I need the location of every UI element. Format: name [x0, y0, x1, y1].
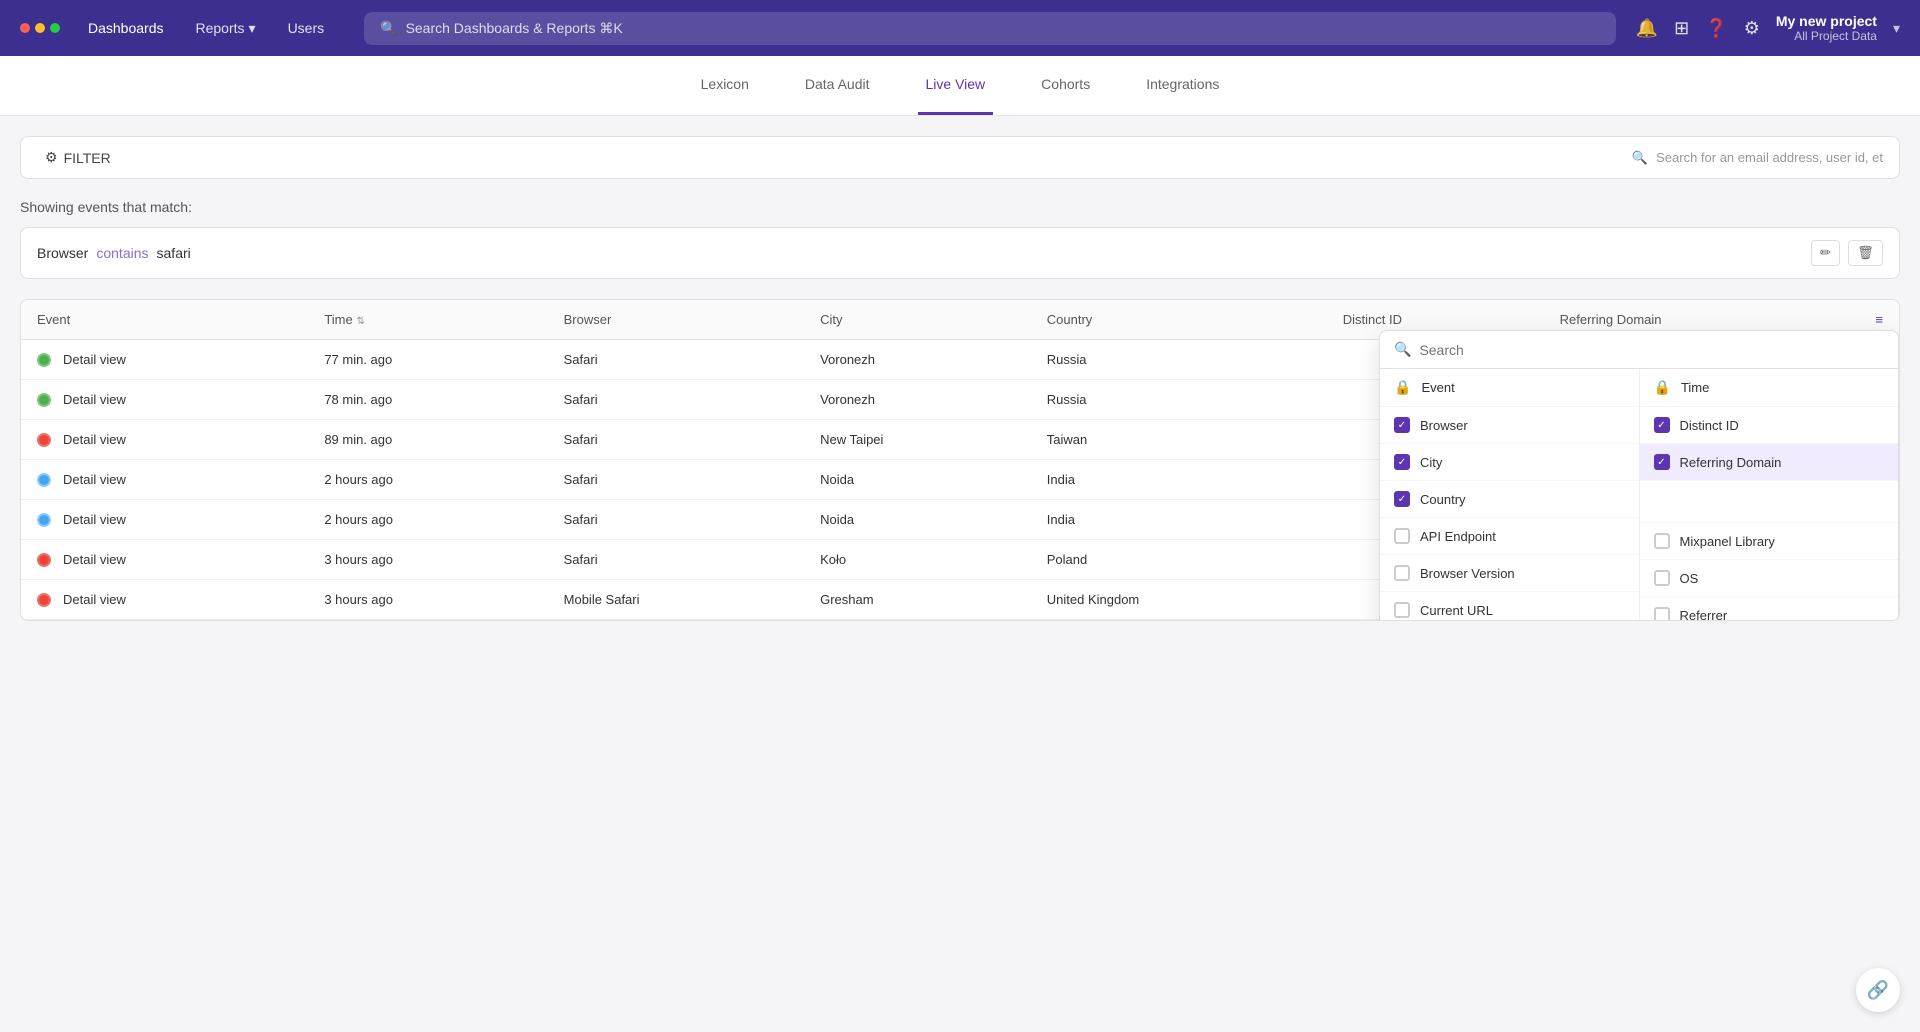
dropdown-item-distinct-id[interactable]: ✓ Distinct ID	[1640, 407, 1899, 444]
dropdown-search-input[interactable]	[1419, 342, 1884, 358]
event-status-dot	[37, 593, 51, 607]
dropdown-columns: 🔒 Event ✓ Browser ✓ City ✓	[1380, 369, 1898, 621]
checkbox-current-url[interactable]	[1394, 602, 1410, 618]
nav-dashboards[interactable]: Dashboards	[76, 14, 176, 42]
filter-icon: ⚙	[45, 149, 58, 166]
dropdown-item-referrer[interactable]: Referrer	[1640, 597, 1899, 621]
dropdown-search-icon: 🔍	[1394, 341, 1411, 358]
tab-integrations[interactable]: Integrations	[1138, 56, 1227, 115]
dropdown-item-event[interactable]: 🔒 Event	[1380, 369, 1639, 407]
link-icon: 🔗	[1867, 980, 1889, 1001]
close-dot	[20, 23, 30, 33]
col-event: Event	[21, 300, 308, 340]
notifications-icon[interactable]: 🔔	[1636, 18, 1658, 39]
checkbox-city[interactable]: ✓	[1394, 454, 1410, 470]
nav-right-icons: 🔔 ⊞ ❓ ⚙ My new project All Project Data …	[1636, 13, 1900, 43]
col-browser: Browser	[548, 300, 804, 340]
dropdown-search-bar: 🔍	[1380, 331, 1898, 369]
main-content: ⚙ FILTER 🔍 Search for an email address, …	[0, 116, 1920, 641]
nav-reports[interactable]: Reports ▾	[184, 14, 268, 43]
chevron-down-icon: ▾	[249, 20, 256, 37]
sub-nav: Lexicon Data Audit Live View Cohorts Int…	[0, 56, 1920, 116]
dropdown-item-browser[interactable]: ✓ Browser	[1380, 407, 1639, 444]
event-status-dot	[37, 473, 51, 487]
dropdown-left-col: 🔒 Event ✓ Browser ✓ City ✓	[1380, 369, 1639, 621]
project-chevron-icon: ▾	[1893, 20, 1900, 37]
filter-search-box[interactable]: 🔍 Search for an email address, user id, …	[1632, 150, 1883, 166]
col-country: Country	[1031, 300, 1327, 340]
checkbox-browser[interactable]: ✓	[1394, 417, 1410, 433]
dropdown-item-api-endpoint[interactable]: API Endpoint	[1380, 518, 1639, 555]
event-status-dot	[37, 393, 51, 407]
link-fab-button[interactable]: 🔗	[1856, 968, 1900, 1012]
checkbox-api-endpoint[interactable]	[1394, 528, 1410, 544]
nav-users[interactable]: Users	[276, 14, 337, 42]
lock-icon: 🔒	[1394, 379, 1411, 396]
checkbox-browser-version[interactable]	[1394, 565, 1410, 581]
event-status-dot	[37, 513, 51, 527]
global-search[interactable]: 🔍 Search Dashboards & Reports ⌘K	[364, 12, 1616, 45]
checkbox-country[interactable]: ✓	[1394, 491, 1410, 507]
dropdown-item-country[interactable]: ✓ Country	[1380, 481, 1639, 518]
minimize-dot	[35, 23, 45, 33]
dropdown-item-mixpanel-library[interactable]: Mixpanel Library	[1640, 523, 1899, 560]
dropdown-item-time[interactable]: 🔒 Time	[1640, 369, 1899, 407]
event-status-dot	[37, 353, 51, 367]
project-selector[interactable]: My new project All Project Data	[1776, 13, 1877, 43]
tab-live-view[interactable]: Live View	[918, 56, 994, 115]
maximize-dot	[50, 23, 60, 33]
checkbox-referring-domain[interactable]: ✓	[1654, 454, 1670, 470]
tab-lexicon[interactable]: Lexicon	[693, 56, 757, 115]
dropdown-item-current-url[interactable]: Current URL	[1380, 592, 1639, 621]
project-name: My new project	[1776, 13, 1877, 29]
checkbox-mixpanel-library[interactable]	[1654, 533, 1670, 549]
top-nav: Dashboards Reports ▾ Users 🔍 Search Dash…	[0, 0, 1920, 56]
filter-search-placeholder: Search for an email address, user id, et	[1656, 150, 1883, 165]
col-time[interactable]: Time ⇅	[308, 300, 547, 340]
filter-button[interactable]: ⚙ FILTER	[37, 145, 119, 170]
filter-actions: ✏ 🗑	[1811, 240, 1883, 266]
settings-icon[interactable]: ⚙	[1744, 18, 1760, 39]
filter-operator: contains	[96, 245, 148, 261]
filter-condition: Browser contains safari ✏ 🗑	[20, 227, 1900, 279]
column-selector-dropdown: 🔍 🔒 Event ✓ Browser	[1379, 330, 1899, 621]
column-settings-icon[interactable]: ≡	[1875, 312, 1883, 327]
events-table-wrapper: Event Time ⇅ Browser City Country Distin…	[20, 299, 1900, 621]
tab-data-audit[interactable]: Data Audit	[797, 56, 878, 115]
lock-icon: 🔒	[1654, 379, 1671, 396]
filter-button-label: FILTER	[64, 150, 111, 166]
project-sub: All Project Data	[1776, 29, 1877, 43]
event-status-dot	[37, 553, 51, 567]
dropdown-item-referring-domain[interactable]: ✓ Referring Domain	[1640, 444, 1899, 481]
checkbox-distinct-id[interactable]: ✓	[1654, 417, 1670, 433]
filter-delete-button[interactable]: 🗑	[1848, 240, 1883, 266]
checkbox-os[interactable]	[1654, 570, 1670, 586]
event-status-dot	[37, 433, 51, 447]
showing-text: Showing events that match:	[20, 199, 1900, 215]
apps-icon[interactable]: ⊞	[1674, 18, 1689, 39]
col-city: City	[804, 300, 1031, 340]
search-icon: 🔍	[380, 20, 397, 37]
filter-value: safari	[157, 245, 191, 261]
dropdown-right-col: 🔒 Time ✓ Distinct ID ✓ Referring Domain	[1639, 369, 1899, 621]
search-placeholder: Search Dashboards & Reports ⌘K	[406, 20, 623, 37]
tab-cohorts[interactable]: Cohorts	[1033, 56, 1098, 115]
filter-edit-button[interactable]: ✏	[1811, 240, 1840, 266]
window-controls	[20, 23, 60, 33]
checkbox-referrer[interactable]	[1654, 607, 1670, 621]
dropdown-item-os[interactable]: OS	[1640, 560, 1899, 597]
help-icon[interactable]: ❓	[1705, 18, 1727, 39]
dropdown-item-city[interactable]: ✓ City	[1380, 444, 1639, 481]
filter-bar: ⚙ FILTER 🔍 Search for an email address, …	[20, 136, 1900, 179]
sort-icon: ⇅	[356, 316, 364, 327]
dropdown-item-empty	[1640, 481, 1899, 523]
search-icon: 🔍	[1632, 150, 1648, 166]
filter-keyword: Browser	[37, 245, 88, 261]
dropdown-item-browser-version[interactable]: Browser Version	[1380, 555, 1639, 592]
